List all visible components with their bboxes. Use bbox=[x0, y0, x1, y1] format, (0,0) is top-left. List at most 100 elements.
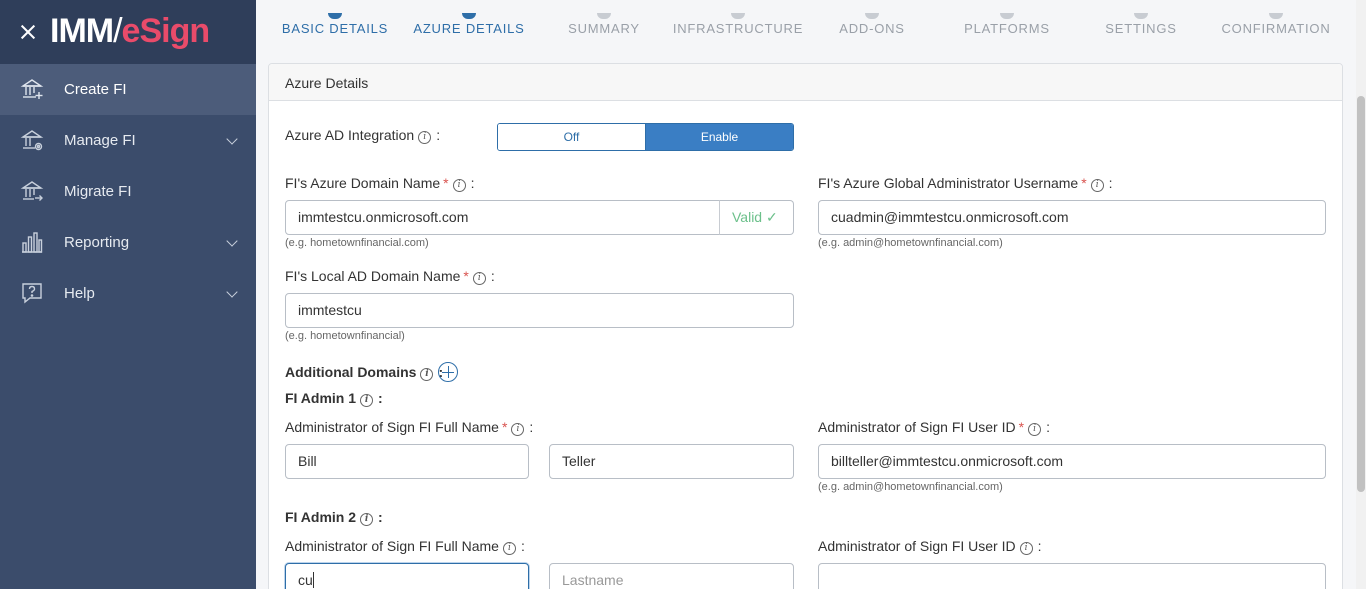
step-add-ons[interactable]: ADD-ONS bbox=[802, 13, 942, 36]
step-infrastructure[interactable]: INFRASTRUCTURE bbox=[668, 13, 808, 36]
admin2-userid-label: Administrator of Sign FI User ID i: bbox=[818, 538, 1042, 555]
admin2-userid-input[interactable] bbox=[818, 563, 1326, 589]
step-dot-icon bbox=[328, 13, 342, 19]
sidebar: IMM/eSign Create FI Manage FI Migrate FI… bbox=[0, 0, 256, 589]
domain-hint: (e.g. hometownfinancial.com) bbox=[285, 237, 429, 249]
logo-esign: eSign bbox=[121, 12, 211, 50]
local-ad-label: FI's Local AD Domain Name * i: bbox=[285, 268, 495, 285]
info-icon[interactable]: i bbox=[1019, 542, 1033, 555]
additional-domains-text: Additional Domains bbox=[285, 364, 417, 380]
bank-arrow-icon bbox=[20, 181, 44, 201]
step-dot-icon bbox=[1269, 13, 1283, 19]
colon: : bbox=[378, 509, 383, 525]
info-icon[interactable]: i bbox=[418, 131, 432, 144]
step-summary[interactable]: SUMMARY bbox=[534, 13, 674, 36]
step-label: BASIC DETAILS bbox=[281, 21, 389, 36]
section-title: Azure Details bbox=[269, 64, 1342, 101]
local-ad-hint: (e.g. hometownfinancial) bbox=[285, 330, 405, 342]
info-icon[interactable]: i bbox=[472, 272, 486, 285]
admin1-name-label: Administrator of Sign FI Full Name * i: bbox=[285, 419, 533, 436]
admin1-last-name-input[interactable]: Teller bbox=[549, 444, 794, 479]
colon: : bbox=[529, 419, 534, 435]
info-icon[interactable]: i bbox=[511, 423, 525, 436]
azure-ad-toggle: Off Enable bbox=[497, 123, 794, 151]
step-label: SETTINGS bbox=[1105, 21, 1177, 36]
info-icon[interactable]: i bbox=[452, 179, 466, 192]
step-dot-icon bbox=[1000, 13, 1014, 19]
sidebar-item-migrate-fi[interactable]: Migrate FI bbox=[0, 166, 256, 217]
step-label: PLATFORMS bbox=[964, 21, 1050, 36]
global-admin-input[interactable]: cuadmin@immtestcu.onmicrosoft.com bbox=[818, 200, 1326, 235]
step-platforms[interactable]: PLATFORMS bbox=[937, 13, 1077, 36]
step-confirmation[interactable]: CONFIRMATION bbox=[1206, 13, 1346, 36]
step-dot-icon bbox=[731, 13, 745, 19]
colon: : bbox=[1108, 175, 1113, 191]
admin2-first-name-input[interactable]: cu bbox=[285, 563, 529, 589]
colon: : bbox=[1037, 538, 1042, 554]
admin1-name-label-text: Administrator of Sign FI Full Name bbox=[285, 419, 499, 435]
step-label: SUMMARY bbox=[568, 21, 640, 36]
brand-bar: IMM/eSign bbox=[0, 0, 256, 64]
required-marker: * bbox=[1018, 419, 1025, 435]
scrollbar-thumb[interactable] bbox=[1357, 96, 1365, 492]
admin2-first-name-value: cu bbox=[298, 572, 313, 588]
admin2-name-label: Administrator of Sign FI Full Name i: bbox=[285, 538, 525, 555]
info-icon[interactable]: i bbox=[1090, 179, 1104, 192]
chevron-down-icon bbox=[226, 133, 238, 145]
azure-ad-label-text: Azure AD Integration bbox=[285, 127, 415, 143]
info-icon[interactable]: i bbox=[502, 542, 516, 555]
step-settings[interactable]: SETTINGS bbox=[1071, 13, 1211, 36]
sidebar-item-reporting[interactable]: Reporting bbox=[0, 217, 256, 268]
sidebar-item-manage-fi[interactable]: Manage FI bbox=[0, 115, 256, 166]
sidebar-item-create-fi[interactable]: Create FI bbox=[0, 64, 256, 115]
add-domain-icon[interactable] bbox=[438, 362, 458, 382]
fi-admin-2-text: FI Admin 2 bbox=[285, 509, 357, 525]
info-icon[interactable]: i bbox=[360, 513, 374, 526]
colon: : bbox=[490, 268, 495, 284]
step-label: AZURE DETAILS bbox=[413, 21, 525, 36]
step-label: INFRASTRUCTURE bbox=[672, 21, 804, 36]
colon: : bbox=[1046, 419, 1050, 435]
toggle-enable-button[interactable]: Enable bbox=[646, 124, 793, 150]
sidebar-item-help[interactable]: Help bbox=[0, 268, 256, 319]
step-dot-icon bbox=[462, 13, 476, 19]
domain-label-text: FI's Azure Domain Name bbox=[285, 175, 441, 191]
domain-input[interactable]: immtestcu.onmicrosoft.com bbox=[285, 200, 721, 235]
step-basic-details[interactable]: BASIC DETAILS bbox=[265, 13, 405, 36]
additional-domains-label: Additional Domains i: bbox=[285, 364, 443, 381]
bank-plus-icon bbox=[20, 79, 44, 99]
info-icon[interactable]: i bbox=[1028, 423, 1042, 436]
toggle-off-button[interactable]: Off bbox=[498, 124, 646, 150]
global-admin-hint: (e.g. admin@hometownfinancial.com) bbox=[818, 237, 1003, 249]
logo-slash: / bbox=[113, 12, 123, 50]
chevron-down-icon bbox=[226, 286, 238, 298]
admin1-userid-input[interactable]: billteller@immtestcu.onmicrosoft.com bbox=[818, 444, 1326, 479]
admin2-userid-label-text: Administrator of Sign FI User ID bbox=[818, 538, 1016, 554]
fi-admin-2-title: FI Admin 2i: bbox=[285, 509, 383, 526]
help-bubble-icon bbox=[22, 283, 42, 304]
colon: : bbox=[436, 127, 441, 143]
info-icon[interactable]: i bbox=[420, 368, 434, 381]
sidebar-item-label: Manage FI bbox=[64, 132, 136, 149]
domain-label: FI's Azure Domain Name * i: bbox=[285, 175, 475, 192]
info-icon[interactable]: i bbox=[360, 394, 374, 407]
global-admin-label: FI's Azure Global Administrator Username… bbox=[818, 175, 1113, 192]
colon: : bbox=[470, 175, 475, 191]
admin2-last-name-input[interactable]: Lastname bbox=[549, 563, 794, 589]
logo-imm: IMM bbox=[50, 12, 114, 50]
sidebar-item-label: Help bbox=[64, 285, 95, 302]
close-icon[interactable] bbox=[18, 22, 38, 42]
admin2-name-label-text: Administrator of Sign FI Full Name bbox=[285, 538, 499, 554]
admin1-userid-hint: (e.g. admin@hometownfinancial.com) bbox=[818, 481, 1003, 493]
step-azure-details[interactable]: AZURE DETAILS bbox=[399, 13, 539, 36]
admin1-first-name-input[interactable]: Bill bbox=[285, 444, 529, 479]
local-ad-input[interactable]: immtestcu bbox=[285, 293, 794, 328]
colon: : bbox=[520, 538, 525, 554]
required-marker: * bbox=[443, 175, 449, 191]
sidebar-item-label: Migrate FI bbox=[64, 183, 132, 200]
page-scrollbar[interactable] bbox=[1356, 0, 1366, 589]
step-label: CONFIRMATION bbox=[1221, 21, 1331, 36]
colon: : bbox=[378, 390, 383, 406]
admin1-userid-label: Administrator of Sign FI User ID * i: bbox=[818, 419, 1050, 436]
bar-chart-icon bbox=[22, 232, 43, 253]
